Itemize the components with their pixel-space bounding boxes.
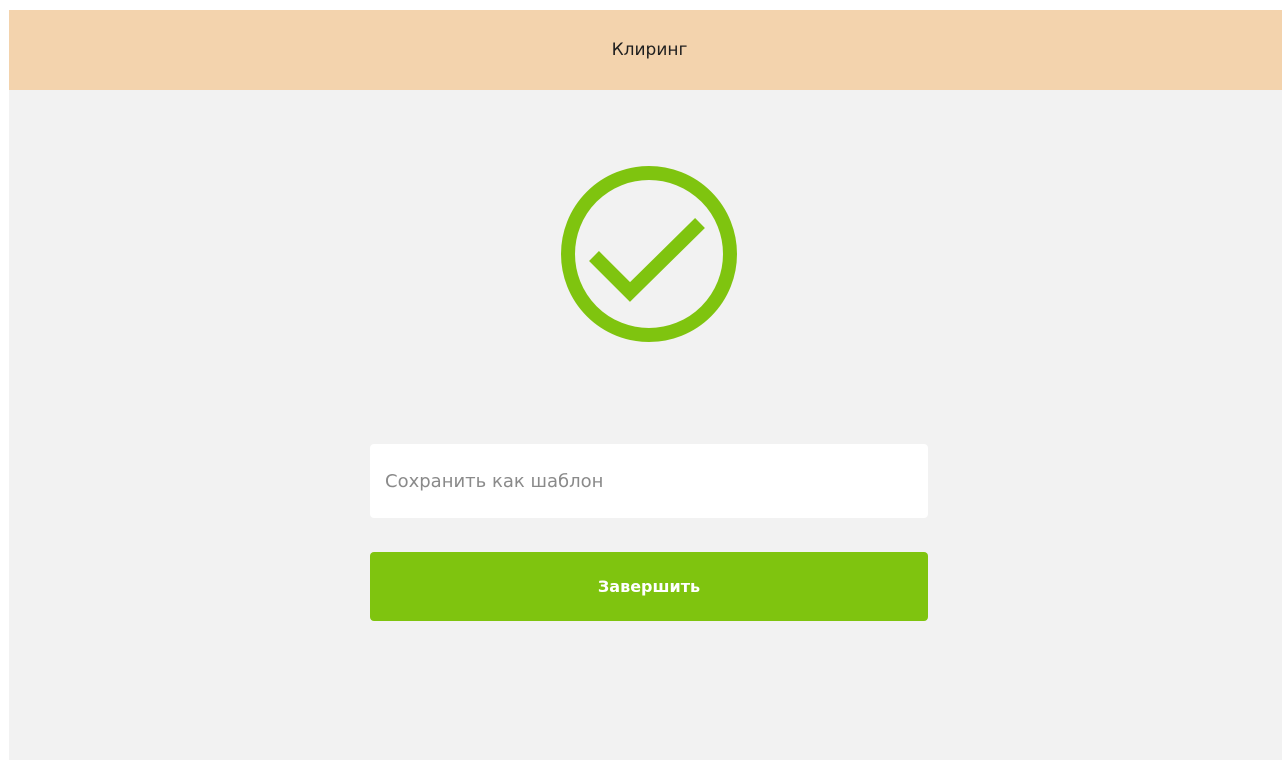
finish-button[interactable]: Завершить [370, 552, 928, 621]
check-circle-icon [560, 165, 738, 343]
finish-button-label: Завершить [597, 577, 701, 596]
app-frame: Клиринг Сохранить как шаблон Завершить [9, 10, 1282, 760]
save-as-template-input[interactable]: Сохранить как шаблон [370, 444, 928, 518]
page-header: Клиринг [9, 10, 1282, 90]
save-as-template-placeholder: Сохранить как шаблон [385, 470, 604, 492]
page-title: Клиринг [611, 40, 688, 60]
